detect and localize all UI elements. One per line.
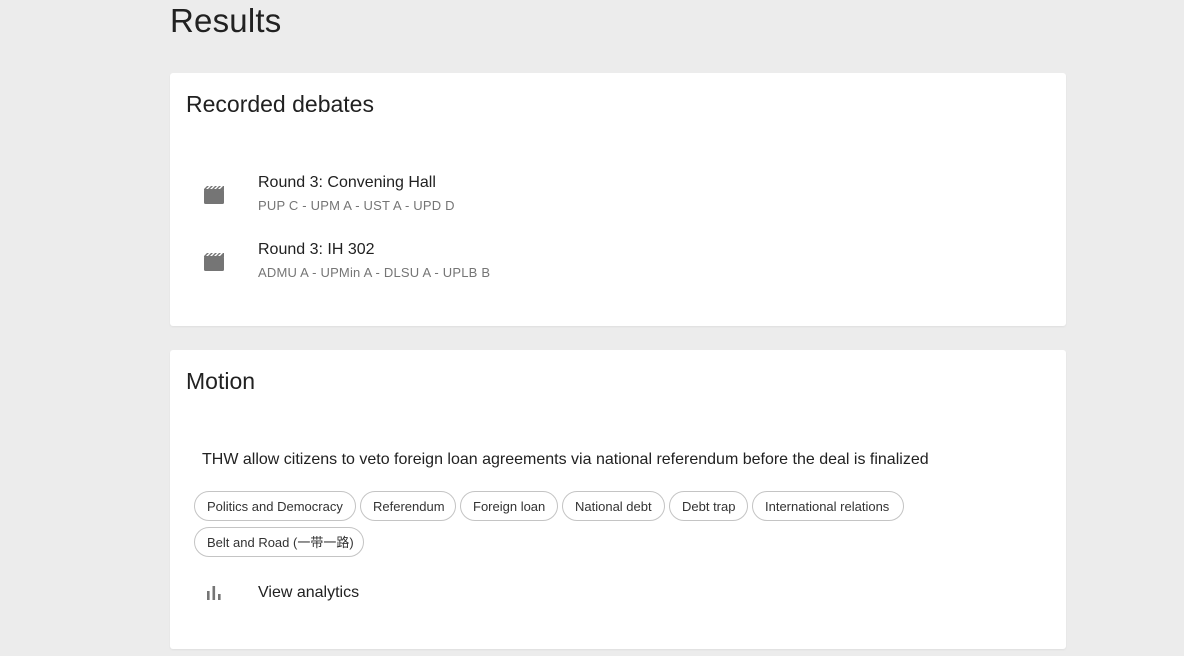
motion-title: Motion — [186, 368, 256, 394]
bar-chart-icon — [206, 586, 222, 600]
tag-chip[interactable]: National debt — [562, 491, 665, 521]
tag-chip[interactable]: International relations — [752, 491, 904, 521]
motion-text: THW allow citizens to veto foreign loan … — [202, 451, 929, 468]
debate-list-item[interactable]: Round 3: IH 302 ADMU A - UPMin A - DLSU … — [170, 239, 1066, 295]
recorded-debates-title: Recorded debates — [186, 91, 374, 117]
debate-title: Round 3: IH 302 — [258, 241, 375, 258]
view-analytics-label: View analytics — [258, 584, 360, 601]
tag-chip[interactable]: Referendum — [360, 491, 456, 521]
debate-teams: PUP C - UPM A - UST A - UPD D — [258, 198, 455, 213]
debate-list-item[interactable]: Round 3: Convening Hall PUP C - UPM A - … — [170, 172, 1066, 228]
tag-chip[interactable]: Debt trap — [669, 491, 748, 521]
tag-chip[interactable]: Belt and Road (一带一路) — [194, 527, 364, 557]
movie-clapperboard-icon — [204, 253, 224, 271]
tag-chip[interactable]: Politics and Democracy — [194, 491, 356, 521]
view-analytics-link[interactable]: View analytics — [170, 576, 1066, 610]
page-title: Results — [170, 2, 282, 39]
debate-title: Round 3: Convening Hall — [258, 174, 436, 191]
debate-teams: ADMU A - UPMin A - DLSU A - UPLB B — [258, 265, 491, 280]
movie-clapperboard-icon — [204, 186, 224, 204]
recorded-debates-card: Recorded debates Round 3: Convening Hall… — [170, 73, 1066, 326]
motion-card: Motion THW allow citizens to veto foreig… — [170, 350, 1066, 649]
tag-chip[interactable]: Foreign loan — [460, 491, 558, 521]
